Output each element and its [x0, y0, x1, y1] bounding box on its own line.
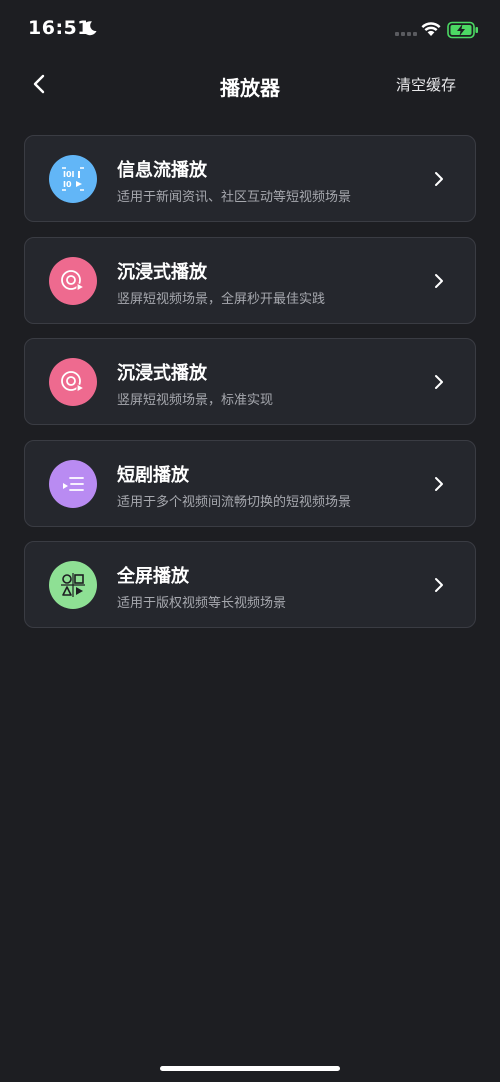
- svg-text:I0I: I0I: [63, 170, 75, 179]
- immersive-player-icon: [49, 256, 97, 305]
- chevron-right-icon: [435, 578, 443, 592]
- clear-cache-button[interactable]: 清空缓存: [396, 74, 456, 95]
- list-item-fullscreen-player[interactable]: 全屏播放 适用于版权视频等长视频场景: [24, 541, 476, 628]
- item-subtitle: 竖屏短视频场景，全屏秒开最佳实践: [117, 291, 326, 307]
- fullscreen-player-icon: [49, 561, 97, 609]
- wifi-icon: [421, 22, 441, 36]
- item-title: 沉浸式播放: [117, 363, 207, 384]
- immersive-player-icon: [49, 358, 97, 406]
- home-indicator[interactable]: [160, 1066, 340, 1071]
- chevron-right-icon: [435, 476, 443, 491]
- status-bar: 16:51: [0, 0, 500, 60]
- item-title: 短剧播放: [117, 464, 189, 486]
- chevron-right-icon: [435, 273, 443, 288]
- battery-charging-icon: [447, 21, 478, 39]
- item-subtitle: 适用于多个视频间流畅切换的短视频场景: [117, 494, 352, 510]
- list-item-feed-player[interactable]: I0I I0 信息流播放 适用于新闻资讯、社区互动等短视频场景: [24, 135, 476, 222]
- feed-player-icon: I0I I0: [49, 155, 97, 203]
- item-subtitle: 适用于新闻资讯、社区互动等短视频场景: [117, 190, 352, 205]
- svg-text:I0: I0: [63, 180, 72, 189]
- moon-icon: [83, 21, 97, 36]
- item-subtitle: 竖屏短视频场景，标准实现: [117, 393, 274, 408]
- list-item-short-drama-player[interactable]: 短剧播放 适用于多个视频间流畅切换的短视频场景: [24, 439, 476, 527]
- chevron-right-icon: [435, 172, 443, 186]
- signal-icon: [395, 32, 417, 36]
- item-title: 信息流播放: [117, 160, 207, 181]
- playlist-icon: [49, 459, 97, 508]
- item-subtitle: 适用于版权视频等长视频场景: [117, 596, 287, 611]
- screen: 16:51 播放器 清空缓存 I0I I0 信息流播放 适用于新闻资讯、社区互动…: [0, 0, 500, 1082]
- chevron-right-icon: [435, 375, 443, 389]
- list-item-immersive-player-standard[interactable]: 沉浸式播放 竖屏短视频场景，标准实现: [24, 338, 476, 425]
- list-item-immersive-player[interactable]: 沉浸式播放 竖屏短视频场景，全屏秒开最佳实践: [24, 236, 476, 324]
- item-title: 全屏播放: [117, 566, 189, 587]
- nav-bar: 播放器 清空缓存: [0, 60, 500, 110]
- item-title: 沉浸式播放: [117, 261, 207, 283]
- player-list: I0I I0 信息流播放 适用于新闻资讯、社区互动等短视频场景 沉浸式播放 竖屏…: [24, 135, 476, 643]
